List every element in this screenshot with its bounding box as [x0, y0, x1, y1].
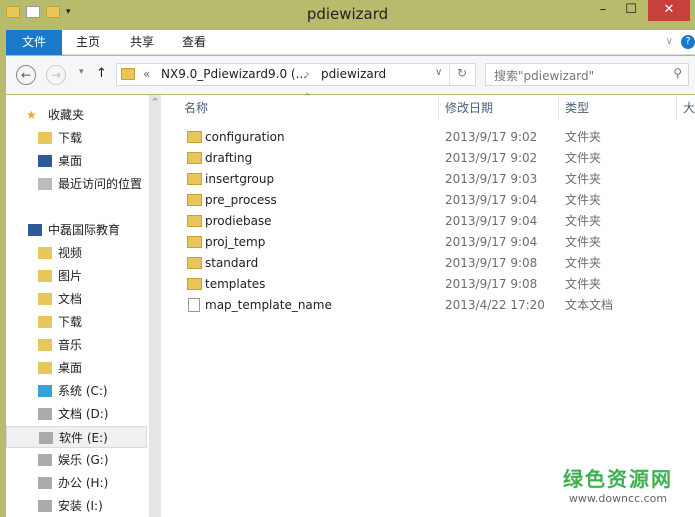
drive-icon [39, 432, 53, 444]
file-date: 2013/9/17 9:02 [445, 130, 538, 144]
back-button[interactable]: ← [16, 65, 36, 85]
file-name: proj_temp [205, 235, 266, 249]
folder-icon [187, 257, 202, 269]
folder-icon [187, 194, 202, 206]
column-header-type[interactable]: 类型 [565, 99, 589, 116]
folder-icon [187, 278, 202, 290]
file-name: templates [205, 277, 266, 291]
file-name: prodiebase [205, 214, 272, 228]
desktop-icon [38, 155, 52, 167]
minimize-button[interactable]: – [589, 0, 617, 21]
file-type: 文件夹 [565, 130, 602, 144]
file-date: 2013/9/17 9:08 [445, 256, 538, 270]
file-type: 文件夹 [565, 172, 602, 186]
file-date: 2013/9/17 9:04 [445, 235, 538, 249]
drive-icon [38, 500, 52, 512]
watermark: 绿色资源网 www.downcc.com [563, 467, 673, 505]
file-row[interactable]: drafting 2013/9/17 9:02 文件夹 [181, 148, 661, 169]
folder-icon [187, 131, 202, 143]
file-row[interactable]: prodiebase 2013/9/17 9:04 文件夹 [181, 211, 661, 232]
navigation-bar: ← → ▾ ↑ « NX9.0_Pdiewizard9.0 (... › pdi… [6, 56, 695, 94]
file-type: 文本文档 [565, 298, 614, 312]
file-type: 文件夹 [565, 193, 602, 207]
breadcrumb-current[interactable]: pdiewizard [321, 67, 386, 81]
file-list: ^ 名称 修改日期 类型 大 configuration 2013/9/17 9:… [161, 92, 695, 517]
close-button[interactable]: ✕ [648, 0, 690, 21]
folder-icon [121, 68, 135, 80]
file-row[interactable]: map_template_name 2013/4/22 17:20 文本文档 [181, 295, 661, 316]
library-folder-icon [38, 270, 52, 282]
tab-share[interactable]: 共享 [118, 30, 166, 55]
library-folder-icon [38, 247, 52, 259]
file-name: insertgroup [205, 172, 275, 186]
file-date: 2013/9/17 9:04 [445, 214, 538, 228]
search-input[interactable]: 搜索"pdiewizard" ⚲ [485, 63, 689, 86]
library-folder-icon [38, 339, 52, 351]
file-type: 文件夹 [565, 256, 602, 270]
file-row[interactable]: pre_process 2013/9/17 9:04 文件夹 [181, 190, 661, 211]
sort-ascending-icon: ^ [304, 92, 311, 101]
file-type: 文件夹 [565, 235, 602, 249]
folder-icon [187, 152, 202, 164]
breadcrumb-parent[interactable]: NX9.0_Pdiewizard9.0 (... [161, 67, 307, 81]
address-bar[interactable]: « NX9.0_Pdiewizard9.0 (... › pdiewizard … [116, 63, 476, 86]
file-type: 文件夹 [565, 214, 602, 228]
file-date: 2013/9/17 9:04 [445, 193, 538, 207]
file-name: standard [205, 256, 259, 270]
file-row[interactable]: templates 2013/9/17 9:08 文件夹 [181, 274, 661, 295]
path-overflow[interactable]: « [143, 67, 150, 81]
maximize-button[interactable]: ☐ [617, 0, 645, 21]
file-type: 文件夹 [565, 151, 602, 165]
file-row[interactable]: standard 2013/9/17 9:08 文件夹 [181, 253, 661, 274]
help-icon[interactable]: ? [681, 35, 695, 49]
sidebar-scrollbar[interactable]: ^ [148, 95, 161, 517]
file-row[interactable]: configuration 2013/9/17 9:02 文件夹 [181, 127, 661, 148]
refresh-icon[interactable]: ↻ [457, 66, 467, 80]
computer-icon [28, 224, 42, 236]
column-header-size[interactable]: 大 [683, 99, 695, 116]
sidebar-item[interactable]: 软件 (E:) [6, 426, 147, 448]
column-header-date[interactable]: 修改日期 [445, 99, 493, 116]
drive-icon [38, 408, 52, 420]
library-folder-icon [38, 362, 52, 374]
recent-places-icon [38, 178, 52, 190]
tab-view[interactable]: 查看 [170, 30, 218, 55]
address-dropdown-icon[interactable]: ∨ [435, 67, 442, 78]
downloads-folder-icon [38, 132, 52, 144]
search-placeholder: 搜索"pdiewizard" [494, 69, 595, 83]
navigation-pane: ★ 收藏夹 下载 桌面 最近访问的位置 中磊国际教育 视频 图片 文档 下载 音乐 桌面 系统… [6, 95, 148, 517]
folder-icon [187, 173, 202, 185]
file-date: 2013/9/17 9:02 [445, 151, 538, 165]
file-type: 文件夹 [565, 277, 602, 291]
drive-icon [38, 385, 52, 397]
file-date: 2013/9/17 9:03 [445, 172, 538, 186]
file-date: 2013/4/22 17:20 [445, 298, 545, 312]
folder-icon [187, 236, 202, 248]
text-file-icon [188, 298, 200, 312]
tab-file[interactable]: 文件 [6, 30, 62, 55]
column-header-name[interactable]: 名称 [184, 99, 208, 116]
drive-icon [38, 454, 52, 466]
file-name: configuration [205, 130, 285, 144]
search-icon[interactable]: ⚲ [673, 66, 682, 80]
forward-button[interactable]: → [46, 65, 66, 85]
library-folder-icon [38, 316, 52, 328]
library-folder-icon [38, 293, 52, 305]
ribbon: 文件 主页 共享 查看 ∨ ? [6, 30, 695, 55]
title-bar: ▾ pdiewizard – ☐ ✕ [0, 0, 695, 30]
folder-icon [187, 215, 202, 227]
file-name: pre_process [205, 193, 277, 207]
expand-ribbon-icon[interactable]: ∨ [666, 36, 673, 47]
file-date: 2013/9/17 9:08 [445, 277, 538, 291]
tab-home[interactable]: 主页 [64, 30, 112, 55]
breadcrumb-separator[interactable]: › [305, 67, 310, 81]
file-name: drafting [205, 151, 253, 165]
up-button[interactable]: ↑ [96, 66, 107, 81]
file-name: map_template_name [205, 298, 332, 312]
file-row[interactable]: insertgroup 2013/9/17 9:03 文件夹 [181, 169, 661, 190]
file-row[interactable]: proj_temp 2013/9/17 9:04 文件夹 [181, 232, 661, 253]
drive-icon [38, 477, 52, 489]
recent-locations-icon[interactable]: ▾ [79, 67, 84, 77]
